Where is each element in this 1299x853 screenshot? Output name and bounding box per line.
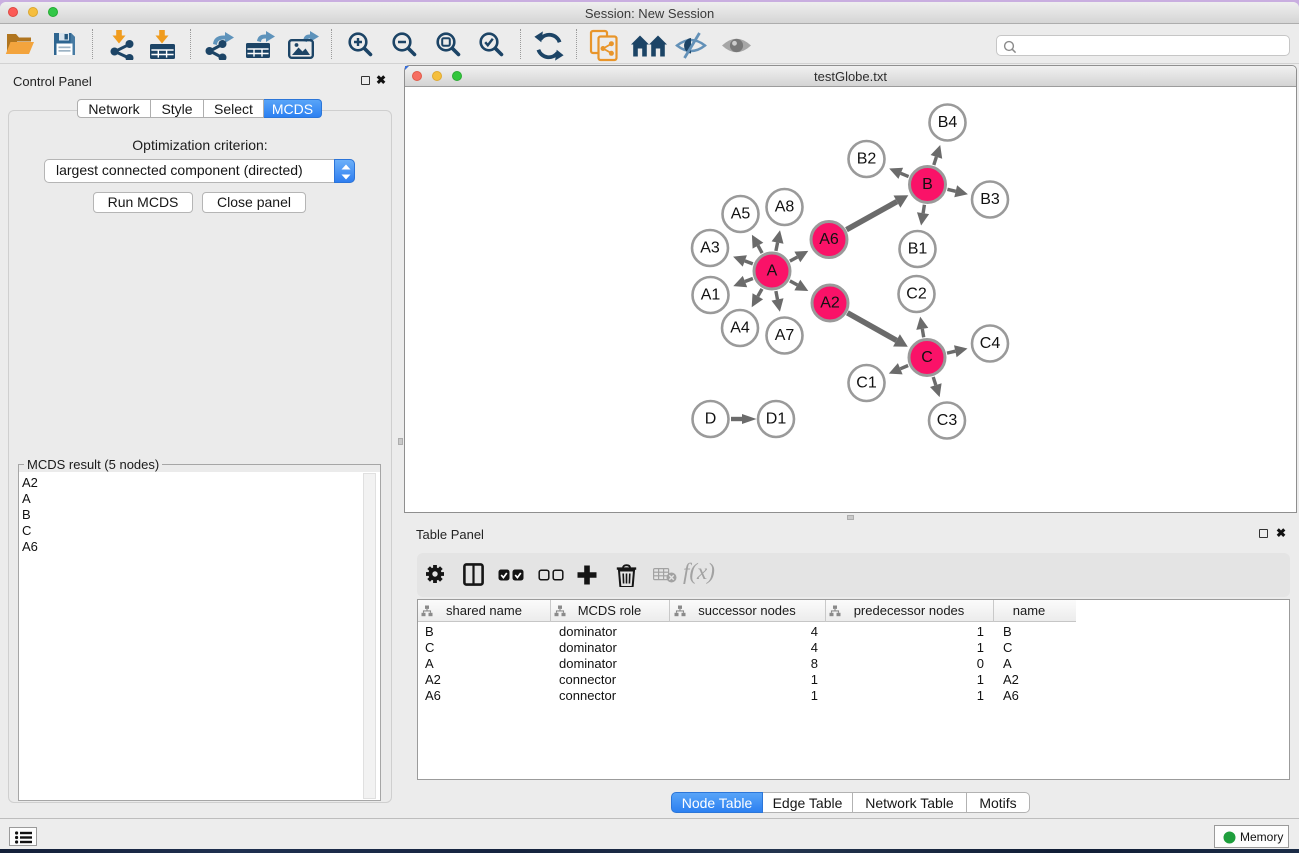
svg-text:A8: A8 — [775, 199, 795, 216]
svg-text:A1: A1 — [701, 287, 721, 304]
svg-text:C4: C4 — [980, 335, 1001, 352]
svg-text:D1: D1 — [766, 411, 787, 428]
svg-text:A4: A4 — [730, 320, 750, 337]
svg-text:C2: C2 — [906, 286, 927, 303]
svg-text:B: B — [922, 176, 933, 193]
svg-text:C: C — [921, 349, 933, 366]
svg-text:B2: B2 — [857, 151, 877, 168]
svg-text:C1: C1 — [856, 375, 877, 392]
svg-text:A5: A5 — [731, 206, 751, 223]
svg-text:A: A — [767, 263, 778, 280]
svg-text:A2: A2 — [820, 295, 840, 312]
svg-text:A7: A7 — [775, 327, 795, 344]
svg-text:B4: B4 — [938, 114, 958, 131]
svg-text:A6: A6 — [819, 231, 839, 248]
svg-text:C3: C3 — [937, 412, 958, 429]
svg-text:B1: B1 — [908, 241, 928, 258]
svg-text:A3: A3 — [700, 240, 720, 257]
svg-text:D: D — [705, 411, 717, 428]
svg-text:B3: B3 — [980, 191, 1000, 208]
